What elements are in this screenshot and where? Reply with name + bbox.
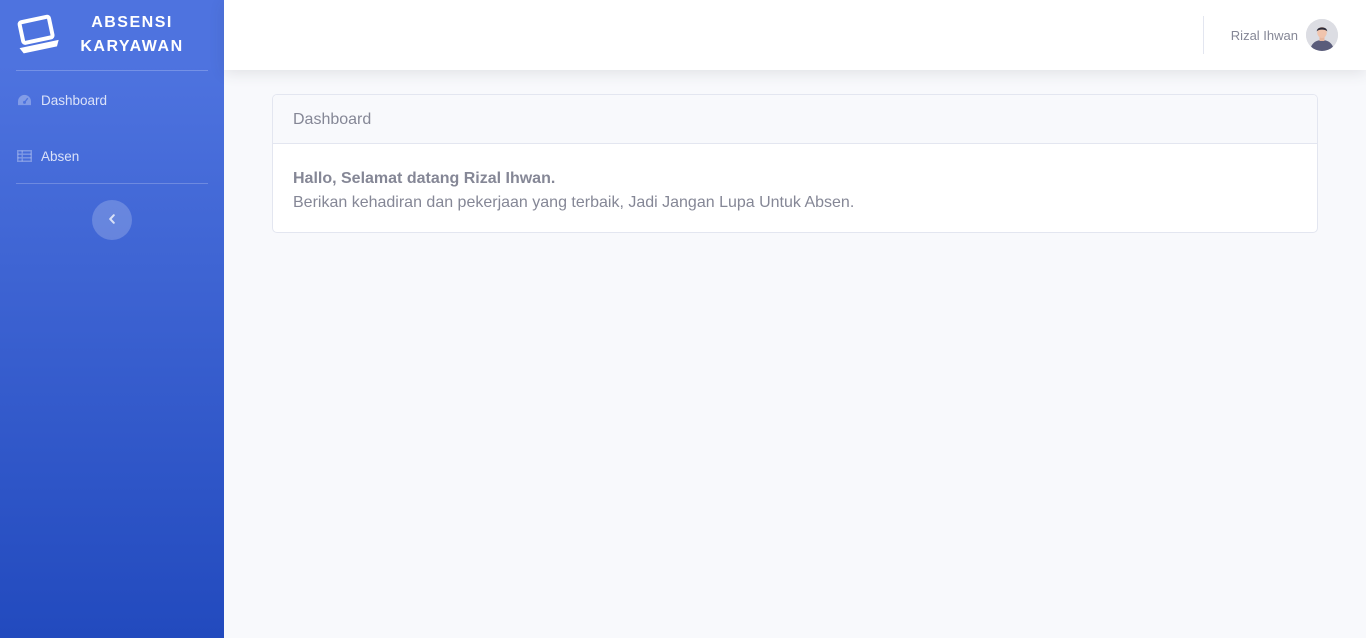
card-body: Hallo, Selamat datang Rizal Ihwan. Berik… [273,144,1317,215]
tachometer-icon [16,92,32,108]
welcome-message: Berikan kehadiran dan pekerjaan yang ter… [293,194,855,211]
user-avatar[interactable] [1306,19,1338,51]
user-name[interactable]: Rizal Ihwan [1231,28,1298,43]
chevron-left-icon [108,211,116,229]
sidebar-item-label: Absen [41,148,80,164]
table-icon [16,148,32,164]
sidebar-item-label: Dashboard [41,92,108,108]
laptop-icon [16,14,60,54]
topbar: Rizal Ihwan [224,0,1366,70]
sidebar: ABSENSI KARYAWAN Dashboard Absen [0,0,224,638]
topbar-divider [1203,16,1204,54]
brand-title: ABSENSI KARYAWAN [70,11,194,59]
brand-line-1: ABSENSI [91,14,173,31]
sidebar-divider [16,70,208,71]
sidebar-divider [16,183,208,184]
brand-line-2: KARYAWAN [80,38,184,55]
sidebar-toggle-button[interactable] [92,200,132,240]
sidebar-item-absen[interactable]: Absen [0,128,224,184]
dashboard-card: Dashboard Hallo, Selamat datang Rizal Ih… [272,94,1318,233]
welcome-greeting: Hallo, Selamat datang Rizal Ihwan. [293,170,556,187]
sidebar-brand[interactable]: ABSENSI KARYAWAN [0,0,224,70]
card-title: Dashboard [273,95,1317,144]
sidebar-item-dashboard[interactable]: Dashboard [0,72,224,128]
